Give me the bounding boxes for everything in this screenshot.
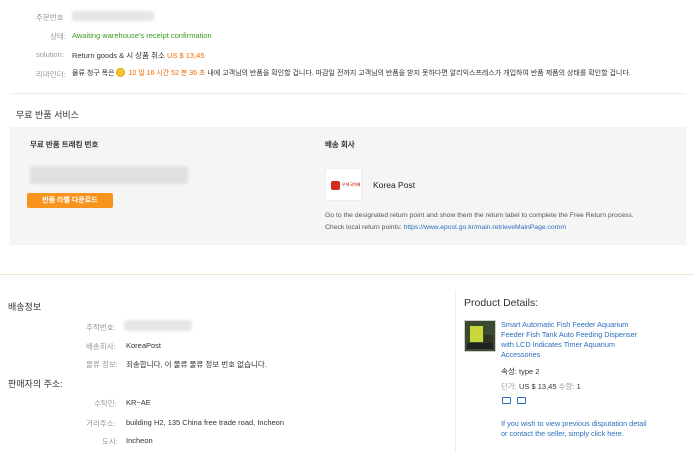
product-name-line-1: Smart Automatic Fish Feeder Aquarium: [501, 320, 629, 329]
product-name-line-2: Feeder Fish Tank Auto Feeding Dispenser: [501, 330, 638, 339]
status-label: 상태:: [50, 32, 66, 41]
dispute-history-line-2: or contact the seller, simply click here…: [501, 429, 624, 438]
tracking-no-redacted: [124, 320, 192, 331]
return-points-link[interactable]: https://www.epost.go.kr/main.retrieveMai…: [404, 224, 566, 231]
download-label-button[interactable]: 반품 라벨 다운로드: [27, 193, 113, 208]
street-address-value: building H2, 135 China free trade road, …: [126, 418, 285, 427]
reminder-text: 물류 청구 폭은 10 일 16 시간 52 분 36 초 내에 고객님의 반품…: [72, 68, 631, 78]
korea-post-logo-text: 우체국택배: [342, 182, 361, 187]
column-divider: [455, 290, 456, 452]
city-label: 도시:: [102, 437, 118, 446]
solution-text: Return goods & 시 상품 취소 US $ 13,45: [72, 50, 205, 61]
snapshot-icon[interactable]: [517, 397, 526, 404]
product-price-row: 단가: US $ 13,45 수량: 1: [501, 381, 581, 392]
attribute-label: 속성:: [501, 367, 517, 376]
seller-address-title: 판매자의 주소:: [8, 379, 63, 389]
solution-label: solution:: [36, 50, 64, 59]
product-attribute-row: 속성: type 2: [501, 366, 539, 377]
city-value: Incheon: [126, 436, 153, 445]
product-name-link[interactable]: Smart Automatic Fish Feeder Aquarium Fee…: [501, 320, 637, 360]
product-details-title: Product Details:: [464, 297, 539, 309]
price-value: US $ 13,45: [518, 382, 557, 391]
solution-amount: US $ 13,45: [166, 51, 205, 60]
street-address-label: 거리주소:: [86, 419, 116, 428]
order-number-label: 주문번호: [36, 13, 64, 22]
recipient-value: KR~AE: [126, 398, 151, 407]
return-instruction: Go to the designated return point and sh…: [325, 212, 634, 219]
return-points-label: Check local return points:: [325, 224, 402, 231]
order-number-value-redacted: [72, 11, 154, 21]
shipping-company-value: KoreaPost: [126, 341, 162, 350]
return-points-row: Check local return points: https://www.e…: [325, 224, 566, 231]
attribute-value: type 2: [518, 367, 540, 376]
shipping-info-title: 배송정보: [8, 302, 42, 312]
carrier-name: Korea Post: [373, 180, 416, 190]
recipient-label: 수탁인:: [94, 399, 117, 408]
status-value: Awaiting warehouse's receipt confirmatio…: [72, 31, 212, 40]
product-thumbnail[interactable]: [464, 320, 496, 352]
quantity-value: 1: [576, 382, 581, 391]
logistics-info-label: 물류 정보:: [86, 360, 118, 369]
dispute-history-line-1: If you wish to view previous disputation…: [501, 419, 647, 428]
divider-middle: [0, 274, 694, 275]
korea-post-logo: 우체국택배: [325, 168, 362, 201]
quantity-label: 수량:: [558, 382, 575, 391]
free-return-title: 무료 반품 서비스: [16, 110, 79, 120]
clock-smiley-icon: [116, 68, 126, 77]
product-name-line-3: with LCD Indicates Timer Aquarium: [501, 340, 615, 349]
korea-post-mark-icon: [331, 181, 340, 190]
carrier-label: 배송 회사: [325, 140, 355, 149]
solution-description: Return goods & 시 상품 취소: [72, 51, 165, 60]
reminder-label: 리마인더:: [36, 70, 66, 79]
image-icon[interactable]: [502, 397, 511, 404]
reminder-suffix: 내에 고객님의 반품을 확인할 겁니다. 마감일 전까지 고객님의 반품을 받지…: [207, 70, 631, 77]
reminder-countdown: 10 일 16 시간 52 분 36 초: [128, 70, 206, 77]
reminder-prefix: 물류 청구 폭은: [72, 70, 115, 77]
dispute-history-link[interactable]: If you wish to view previous disputation…: [501, 419, 647, 439]
tracking-number-redacted: [30, 166, 188, 184]
tracking-number-label: 무료 반품 트래킹 번호: [30, 140, 99, 149]
logistics-info-value: 죄송합니다, 이 물류 물류 정보 번호 없습니다.: [126, 360, 267, 369]
tracking-no-label: 추적번호:: [86, 323, 116, 332]
price-label: 단가:: [501, 382, 517, 391]
divider-top: [10, 93, 686, 94]
shipping-company-label: 배송회사:: [86, 342, 116, 351]
product-name-line-4: Accessories: [501, 350, 541, 359]
